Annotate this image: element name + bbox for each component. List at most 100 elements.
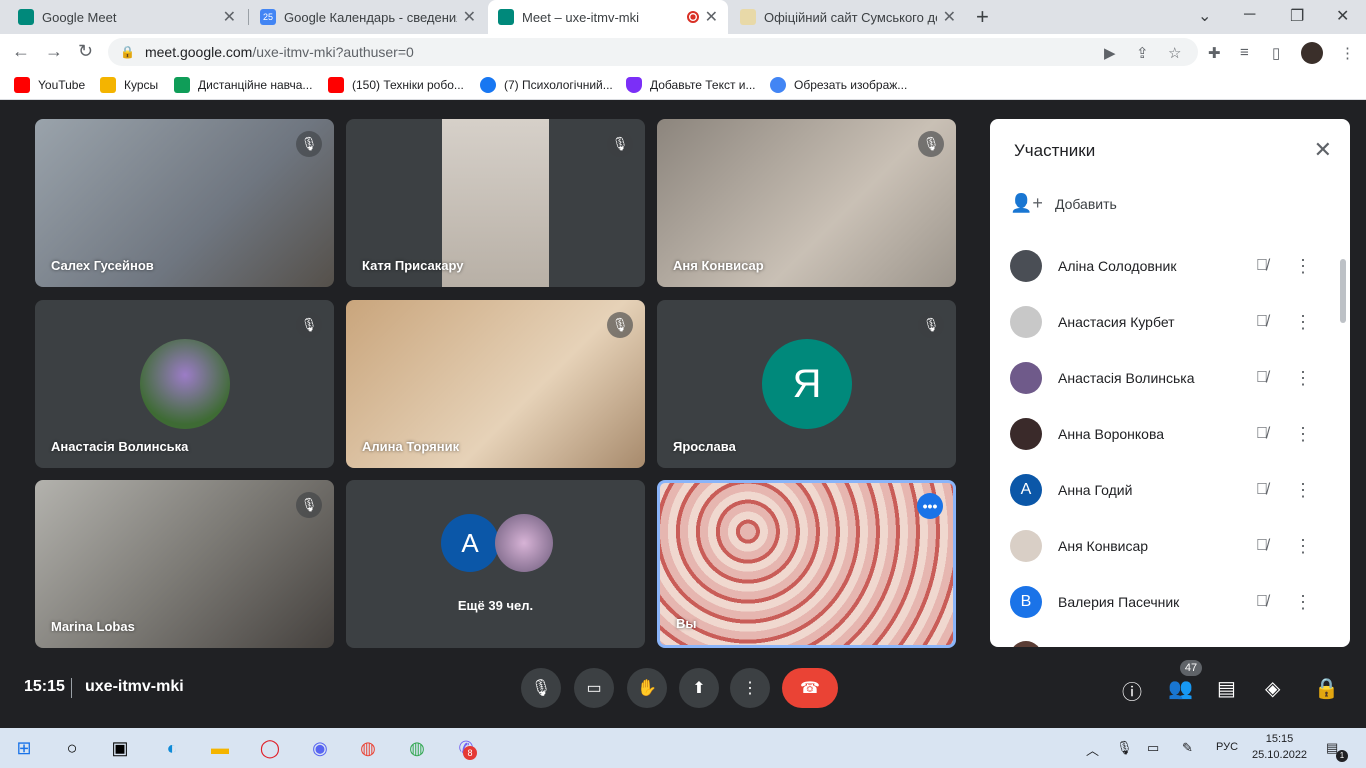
forward-icon[interactable]: → — [45, 41, 63, 62]
file-explorer-icon[interactable]: ▬ — [208, 736, 232, 760]
meet-favicon-icon — [18, 9, 34, 25]
notification-badge: 1 — [1336, 750, 1348, 762]
more-vert-icon[interactable]: ⋮ — [1288, 312, 1318, 333]
site-favicon-icon — [740, 9, 756, 25]
bookmark-add-text[interactable]: Добавьте Текст и... — [626, 77, 756, 93]
people-icon[interactable]: 👥 — [1168, 676, 1193, 701]
more-vert-icon[interactable]: ⋮ — [1288, 256, 1318, 277]
camera-button[interactable]: ▭ — [574, 668, 614, 708]
participant-row[interactable]: Аня Конвисар 🎙̸ ⋮ — [1010, 526, 1320, 566]
tab-search-icon[interactable]: ⌄ — [1198, 6, 1211, 26]
video-tile[interactable]: Я 🎙 Ярослава — [657, 300, 956, 468]
side-panel-icon[interactable]: ▯ — [1272, 44, 1280, 62]
raise-hand-button[interactable]: ✋ — [627, 668, 667, 708]
activities-icon[interactable]: ◈ — [1265, 676, 1280, 701]
participant-row-partial[interactable] — [1010, 637, 1320, 647]
pen-icon[interactable]: ✎ — [1182, 740, 1193, 756]
language-indicator[interactable]: РУС — [1216, 741, 1238, 753]
bookmark-star-icon[interactable]: ☆ — [1168, 44, 1181, 62]
participant-row[interactable]: В Валерия Пасечник 🎙̸ ⋮ — [1010, 582, 1320, 622]
overflow-tile[interactable]: А Ещё 39 чел. — [346, 480, 645, 648]
participant-row[interactable]: Анастасия Курбет 🎙̸ ⋮ — [1010, 302, 1320, 342]
share-icon[interactable]: ⇪ — [1136, 44, 1149, 62]
avatar — [1010, 641, 1042, 647]
bookmark-psych[interactable]: (7) Психологічний... — [480, 77, 613, 93]
participant-avatar: Я — [762, 339, 852, 429]
video-tile[interactable]: 🎙 Катя Присакару — [346, 119, 645, 287]
bookmark-techniques[interactable]: (150) Техніки робо... — [328, 77, 464, 93]
leave-call-button[interactable]: ☎ — [782, 668, 838, 708]
tab-meet-active[interactable]: Meet – uxe-itmv-mki ✕ — [488, 0, 728, 34]
close-tab-icon[interactable]: ✕ — [463, 7, 476, 27]
add-people-button[interactable]: 👤+ Добавить — [1010, 193, 1117, 214]
participant-name: Ярослава — [673, 439, 736, 454]
host-controls-icon[interactable]: 🔒 — [1314, 676, 1339, 701]
edge-icon[interactable]: ◐ — [160, 736, 184, 760]
tab-google-meet[interactable]: Google Meet ✕ — [8, 0, 246, 34]
more-vert-icon[interactable]: ⋮ — [1288, 592, 1318, 613]
participant-row[interactable]: Анастасія Волинська 🎙̸ ⋮ — [1010, 358, 1320, 398]
chrome-icon[interactable]: ◍ — [356, 736, 380, 760]
maximize-icon[interactable]: ❐ — [1290, 6, 1304, 26]
minimize-icon[interactable]: ─ — [1244, 6, 1255, 24]
tab-separator — [248, 9, 249, 25]
lock-icon[interactable]: 🔒 — [120, 45, 135, 59]
chrome-profile-icon[interactable]: ◍ — [405, 736, 429, 760]
tray-chevron-icon[interactable]: ︿ — [1086, 740, 1099, 759]
video-tile[interactable]: 🎙 Салех Гусейнов — [35, 119, 334, 287]
task-view-icon[interactable]: ▣ — [108, 736, 132, 760]
close-icon[interactable]: ✕ — [1314, 137, 1332, 163]
more-options-icon[interactable]: ••• — [917, 493, 943, 519]
reload-icon[interactable]: ↻ — [78, 41, 93, 62]
opera-icon[interactable]: ◯ — [258, 736, 282, 760]
info-icon[interactable]: ⓘ — [1122, 676, 1142, 705]
video-tile[interactable]: 🎙 Анастасія Волинська — [35, 300, 334, 468]
extensions-icon[interactable]: ✚ — [1208, 44, 1221, 62]
system-clock[interactable]: 15:15 25.10.2022 — [1252, 731, 1307, 763]
participant-row[interactable]: Аліна Солодовник 🎙̸ ⋮ — [1010, 246, 1320, 286]
tab-title: Офіційний сайт Сумського держ — [764, 9, 937, 25]
video-tile[interactable]: 🎙 Marina Lobas — [35, 480, 334, 648]
participant-row[interactable]: Анна Воронкова 🎙̸ ⋮ — [1010, 414, 1320, 454]
participant-row[interactable]: А Анна Годий 🎙̸ ⋮ — [1010, 470, 1320, 510]
profile-avatar[interactable] — [1301, 42, 1323, 64]
back-icon[interactable]: ← — [12, 41, 30, 62]
close-tab-icon[interactable]: ✕ — [943, 7, 956, 27]
chat-icon[interactable]: ▤ — [1217, 676, 1236, 701]
close-tab-icon[interactable]: ✕ — [705, 7, 718, 27]
battery-icon[interactable]: ▭ — [1147, 740, 1159, 756]
microphone-button[interactable]: 🎙 — [521, 668, 561, 708]
microphone-tray-icon[interactable]: 🎙 — [1116, 740, 1133, 756]
more-vert-icon[interactable]: ⋮ — [1288, 536, 1318, 557]
tab-sumy-site[interactable]: Офіційний сайт Сумського держ ✕ — [730, 0, 966, 34]
more-options-button[interactable]: ⋮ — [730, 668, 770, 708]
more-vert-icon[interactable]: ⋮ — [1288, 424, 1318, 445]
scrollbar[interactable] — [1340, 259, 1346, 323]
menu-icon[interactable]: ⋮ — [1340, 44, 1355, 62]
browser-toolbar: ← → ↻ 🔒 meet.google.com/uxe-itmv-mki?aut… — [0, 34, 1366, 70]
self-video-tile[interactable]: ••• Вы — [657, 480, 956, 648]
meeting-code: uxe-itmv-mki — [85, 678, 184, 695]
new-tab-button[interactable]: + — [976, 4, 989, 30]
discord-icon[interactable]: ◉ — [308, 736, 332, 760]
bookmark-courses[interactable]: Курсы — [100, 77, 158, 93]
bookmark-youtube[interactable]: YouTube — [14, 77, 85, 93]
video-tile[interactable]: 🎙 Алина Торяник — [346, 300, 645, 468]
search-icon[interactable]: ○ — [60, 736, 84, 760]
more-vert-icon[interactable]: ⋮ — [1288, 368, 1318, 389]
camera-in-use-icon[interactable]: ▶ — [1104, 44, 1116, 62]
close-window-icon[interactable]: ✕ — [1336, 6, 1349, 26]
clock-time: 15:15 — [1265, 733, 1294, 745]
bookmark-distance[interactable]: Дистанційне навча... — [174, 77, 312, 93]
more-vert-icon[interactable]: ⋮ — [1288, 480, 1318, 501]
windows-start-icon[interactable]: ⊞ — [12, 736, 36, 760]
present-screen-button[interactable]: ⬆ — [679, 668, 719, 708]
bookmark-crop-image[interactable]: Обрезать изображ... — [770, 77, 907, 93]
video-tile[interactable]: 🎙 Аня Конвисар — [657, 119, 956, 287]
close-tab-icon[interactable]: ✕ — [223, 7, 236, 27]
mic-off-icon: 🎙̸ — [1256, 257, 1268, 274]
tab-google-calendar[interactable]: 25 Google Календарь - сведения о ✕ — [250, 0, 486, 34]
avatar — [1010, 530, 1042, 562]
address-bar[interactable]: 🔒 meet.google.com/uxe-itmv-mki?authuser=… — [108, 38, 1198, 66]
media-control-icon[interactable]: ≡ — [1240, 44, 1249, 61]
